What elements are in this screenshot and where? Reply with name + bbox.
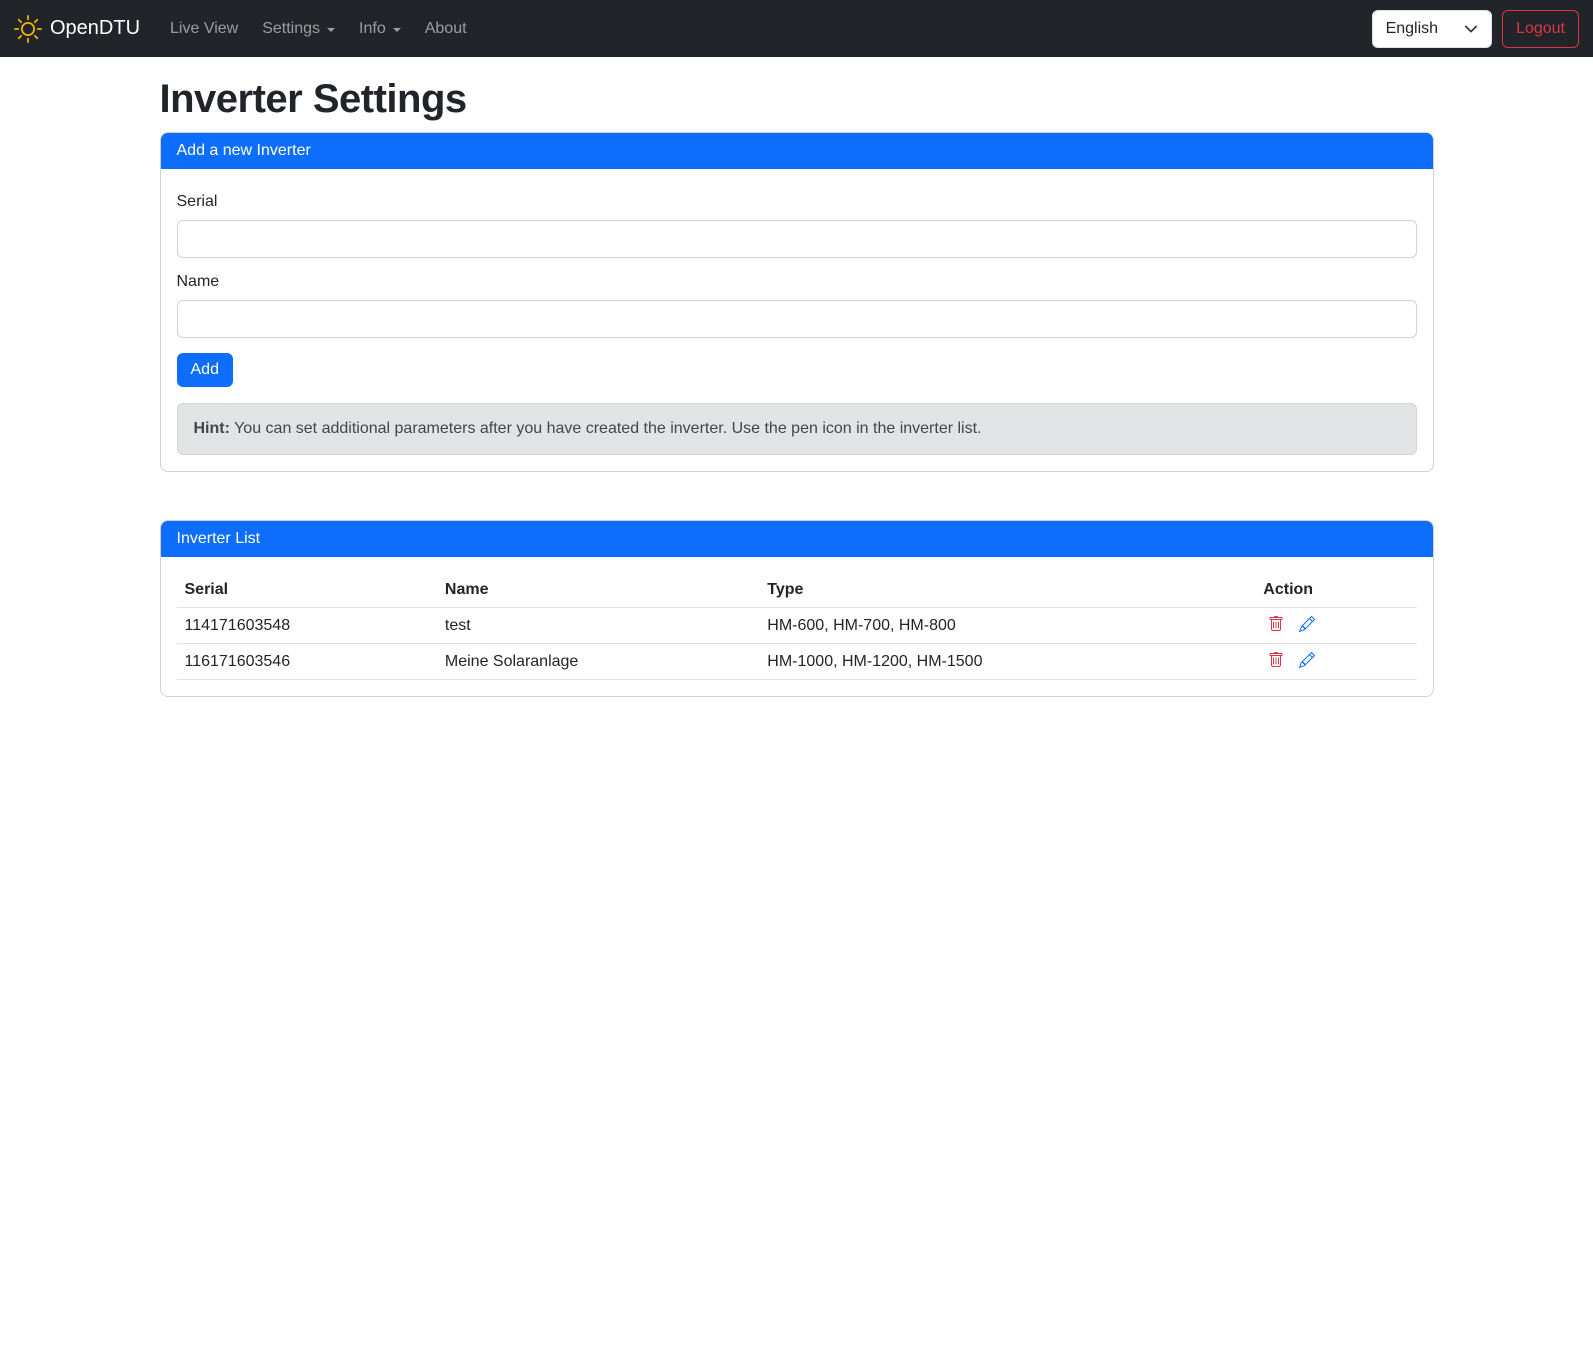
nav-items: Live View Settings Info About — [158, 12, 479, 46]
nav-settings[interactable]: Settings — [254, 12, 343, 46]
navbar-left: OpenDTU Live View Settings Info About — [14, 12, 479, 46]
add-inverter-card-header: Add a new Inverter — [161, 133, 1433, 169]
brand-label: OpenDTU — [50, 17, 140, 40]
type-cell: HM-1000, HM-1200, HM-1500 — [759, 644, 1255, 680]
sun-icon — [14, 15, 42, 43]
inverter-list-card-header: Inverter List — [161, 521, 1433, 557]
serial-input[interactable] — [177, 220, 1417, 258]
column-header-type: Type — [759, 573, 1255, 608]
column-header-serial: Serial — [177, 573, 437, 608]
caret-down-icon — [327, 28, 335, 32]
hint-alert: Hint: You can set additional parameters … — [177, 403, 1417, 455]
navbar: OpenDTU Live View Settings Info About En… — [0, 0, 1593, 57]
inverter-table: Serial Name Type Action 114171603548 tes… — [177, 573, 1417, 680]
chevron-down-icon — [1464, 22, 1478, 36]
edit-inverter-icon[interactable] — [1294, 652, 1320, 670]
nav-about[interactable]: About — [417, 12, 475, 46]
edit-inverter-icon[interactable] — [1294, 616, 1320, 634]
column-header-action: Action — [1255, 573, 1416, 608]
serial-cell: 114171603548 — [177, 608, 437, 644]
nav-live-view[interactable]: Live View — [162, 12, 246, 46]
table-row: 116171603546 Meine Solaranlage HM-1000, … — [177, 644, 1417, 680]
table-row: 114171603548 test HM-600, HM-700, HM-800 — [177, 608, 1417, 644]
delete-inverter-icon[interactable] — [1263, 652, 1289, 670]
column-header-name: Name — [437, 573, 759, 608]
language-select[interactable]: English — [1372, 10, 1492, 48]
nav-settings-label: Settings — [262, 20, 320, 38]
inverter-list-card: Inverter List Serial Name Type Action 11… — [160, 520, 1434, 697]
nav-info-label: Info — [359, 20, 386, 38]
actions-cell — [1255, 644, 1416, 680]
nav-live-view-label: Live View — [170, 20, 238, 38]
language-selected-value: English — [1386, 20, 1438, 38]
serial-label: Serial — [177, 193, 1417, 211]
type-cell: HM-600, HM-700, HM-800 — [759, 608, 1255, 644]
main-content: Inverter Settings Add a new Inverter Ser… — [160, 77, 1434, 697]
serial-cell: 116171603546 — [177, 644, 437, 680]
hint-text: You can set additional parameters after … — [230, 420, 982, 437]
navbar-right: English Logout — [1372, 10, 1579, 48]
table-header-row: Serial Name Type Action — [177, 573, 1417, 608]
name-input[interactable] — [177, 300, 1417, 338]
add-button[interactable]: Add — [177, 353, 233, 387]
actions-cell — [1255, 608, 1416, 644]
add-inverter-card: Add a new Inverter Serial Name Add Hint:… — [160, 132, 1434, 472]
brand-link[interactable]: OpenDTU — [14, 15, 140, 43]
inverter-list-card-body: Serial Name Type Action 114171603548 tes… — [161, 557, 1433, 696]
delete-inverter-icon[interactable] — [1263, 616, 1289, 634]
name-label: Name — [177, 273, 1417, 291]
hint-label: Hint: — [194, 420, 230, 437]
name-cell: test — [437, 608, 759, 644]
name-cell: Meine Solaranlage — [437, 644, 759, 680]
logout-button[interactable]: Logout — [1502, 10, 1579, 48]
nav-about-label: About — [425, 20, 467, 38]
add-inverter-card-body: Serial Name Add Hint: You can set additi… — [161, 169, 1433, 471]
page-title: Inverter Settings — [160, 77, 1434, 122]
nav-info[interactable]: Info — [351, 12, 409, 46]
caret-down-icon — [393, 28, 401, 32]
